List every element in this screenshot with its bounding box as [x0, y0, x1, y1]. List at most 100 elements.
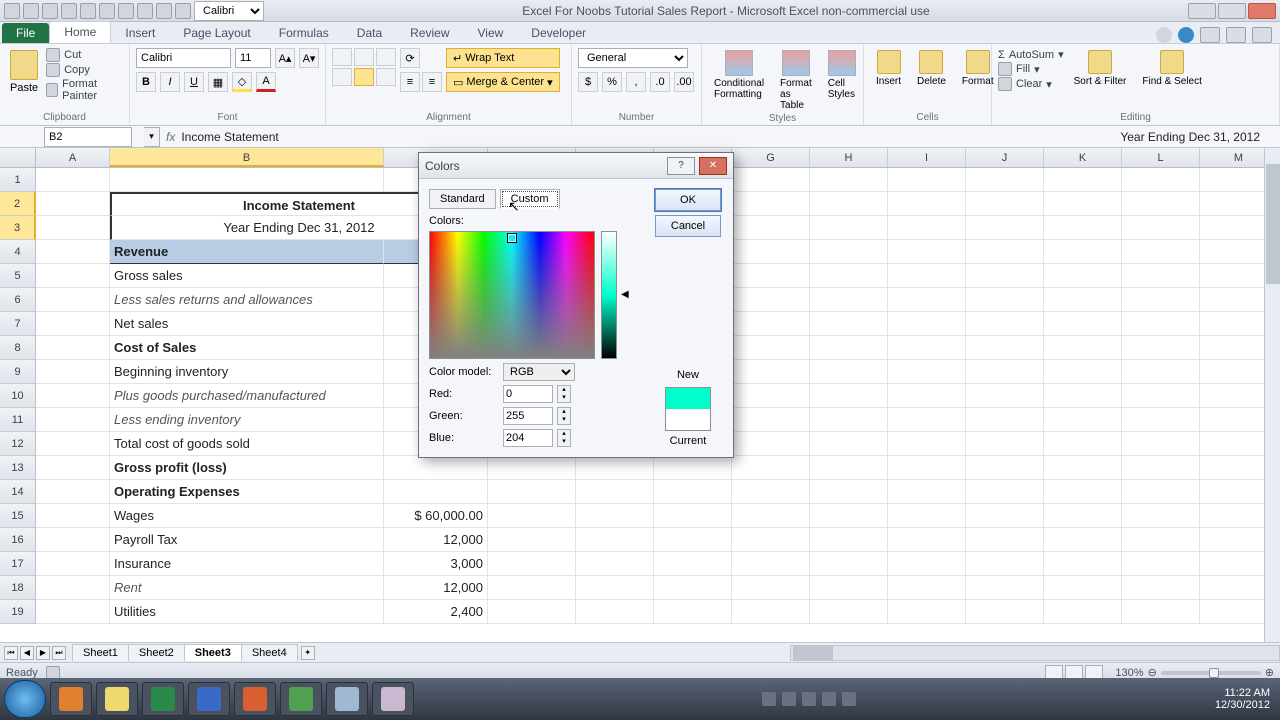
- luminance-arrow-icon[interactable]: ◀: [621, 289, 629, 300]
- cell[interactable]: $ 60,000.00: [384, 504, 488, 528]
- cell[interactable]: [732, 456, 810, 480]
- vertical-scrollbar[interactable]: [1264, 148, 1280, 642]
- save-icon[interactable]: [23, 3, 39, 19]
- cell[interactable]: [888, 600, 966, 624]
- cell[interactable]: [888, 576, 966, 600]
- col-header-l[interactable]: L: [1122, 148, 1200, 167]
- cell[interactable]: [1122, 456, 1200, 480]
- cell[interactable]: [36, 360, 110, 384]
- cell[interactable]: [966, 408, 1044, 432]
- cell[interactable]: Insurance: [110, 552, 384, 576]
- cell[interactable]: [1044, 312, 1122, 336]
- cell[interactable]: [110, 168, 384, 192]
- cell[interactable]: [36, 216, 110, 240]
- cell[interactable]: [576, 528, 654, 552]
- cell[interactable]: Less ending inventory: [110, 408, 384, 432]
- row-header[interactable]: 1: [0, 168, 36, 192]
- align-right-button[interactable]: [376, 68, 396, 86]
- cell[interactable]: [966, 576, 1044, 600]
- cell[interactable]: [888, 384, 966, 408]
- qat-font-select[interactable]: Calibri: [194, 1, 264, 21]
- cell[interactable]: [488, 576, 576, 600]
- cell[interactable]: [576, 456, 654, 480]
- row-header[interactable]: 4: [0, 240, 36, 264]
- col-header-j[interactable]: J: [966, 148, 1044, 167]
- cell[interactable]: [36, 576, 110, 600]
- cell[interactable]: [384, 456, 488, 480]
- cell[interactable]: [732, 480, 810, 504]
- cell[interactable]: [36, 336, 110, 360]
- row-header[interactable]: 8: [0, 336, 36, 360]
- undo-icon[interactable]: [42, 3, 58, 19]
- cut-button[interactable]: Cut: [46, 48, 123, 62]
- cell[interactable]: [888, 408, 966, 432]
- blue-spinner[interactable]: ▴▾: [557, 429, 571, 447]
- fill-button[interactable]: Fill ▾: [998, 62, 1064, 76]
- row-header[interactable]: 19: [0, 600, 36, 624]
- cell[interactable]: [654, 528, 732, 552]
- format-painter-button[interactable]: Format Painter: [46, 78, 123, 102]
- dialog-close-button[interactable]: ✕: [699, 157, 727, 175]
- cell[interactable]: [732, 312, 810, 336]
- name-box[interactable]: B2: [44, 127, 132, 147]
- cell[interactable]: [1044, 504, 1122, 528]
- cell[interactable]: [966, 240, 1044, 264]
- paste-button[interactable]: Paste: [6, 48, 42, 96]
- decrease-indent-button[interactable]: ≡: [400, 72, 420, 92]
- cell[interactable]: [966, 360, 1044, 384]
- cell[interactable]: [1122, 384, 1200, 408]
- font-select[interactable]: [136, 48, 231, 68]
- format-as-table-button[interactable]: Format as Table: [774, 48, 818, 113]
- cell[interactable]: [488, 504, 576, 528]
- cell[interactable]: [732, 384, 810, 408]
- tab-home[interactable]: Home: [49, 21, 111, 43]
- cell[interactable]: [1122, 264, 1200, 288]
- cell[interactable]: [488, 528, 576, 552]
- cell[interactable]: [888, 264, 966, 288]
- cell[interactable]: [36, 192, 110, 216]
- cell[interactable]: [810, 384, 888, 408]
- custom-tab[interactable]: Custom: [500, 189, 560, 209]
- row-header[interactable]: 17: [0, 552, 36, 576]
- cell[interactable]: 2,400: [384, 600, 488, 624]
- app-taskbar-icon[interactable]: [280, 682, 322, 716]
- col-header-a[interactable]: A: [36, 148, 110, 167]
- cell[interactable]: 12,000: [384, 528, 488, 552]
- sheet-tab-1[interactable]: Sheet1: [72, 644, 129, 661]
- increase-indent-button[interactable]: ≡: [422, 72, 442, 92]
- cell[interactable]: [488, 600, 576, 624]
- cell[interactable]: [888, 288, 966, 312]
- font-size-select[interactable]: [235, 48, 271, 68]
- sheet-nav-first[interactable]: ⏮: [4, 646, 18, 660]
- qat-icon[interactable]: [80, 3, 96, 19]
- cell[interactable]: [966, 168, 1044, 192]
- cell[interactable]: [1044, 240, 1122, 264]
- tab-data[interactable]: Data: [343, 23, 396, 43]
- wrap-text-button[interactable]: ↵Wrap Text: [446, 48, 560, 68]
- row-header[interactable]: 16: [0, 528, 36, 552]
- cell[interactable]: [1044, 456, 1122, 480]
- cell[interactable]: [888, 504, 966, 528]
- bold-button[interactable]: B: [136, 72, 156, 92]
- conditional-formatting-button[interactable]: Conditional Formatting: [708, 48, 770, 102]
- cell[interactable]: Operating Expenses: [110, 480, 384, 504]
- qat-icon[interactable]: [175, 3, 191, 19]
- cell[interactable]: Rent: [110, 576, 384, 600]
- cell[interactable]: [888, 456, 966, 480]
- cell[interactable]: [1122, 432, 1200, 456]
- col-header-i[interactable]: I: [888, 148, 966, 167]
- row-header[interactable]: 13: [0, 456, 36, 480]
- align-left-button[interactable]: [332, 68, 352, 86]
- app-taskbar-icon[interactable]: [372, 682, 414, 716]
- cell[interactable]: [732, 552, 810, 576]
- cell[interactable]: [966, 216, 1044, 240]
- cell[interactable]: [1122, 192, 1200, 216]
- cell[interactable]: [966, 288, 1044, 312]
- merge-center-button[interactable]: ▭Merge & Center▾: [446, 72, 560, 92]
- cell[interactable]: [36, 264, 110, 288]
- cell[interactable]: [732, 288, 810, 312]
- italic-button[interactable]: I: [160, 72, 180, 92]
- name-box-dropdown[interactable]: ▾: [144, 127, 160, 147]
- file-tab[interactable]: File: [2, 23, 49, 43]
- grow-font-button[interactable]: A▴: [275, 48, 295, 68]
